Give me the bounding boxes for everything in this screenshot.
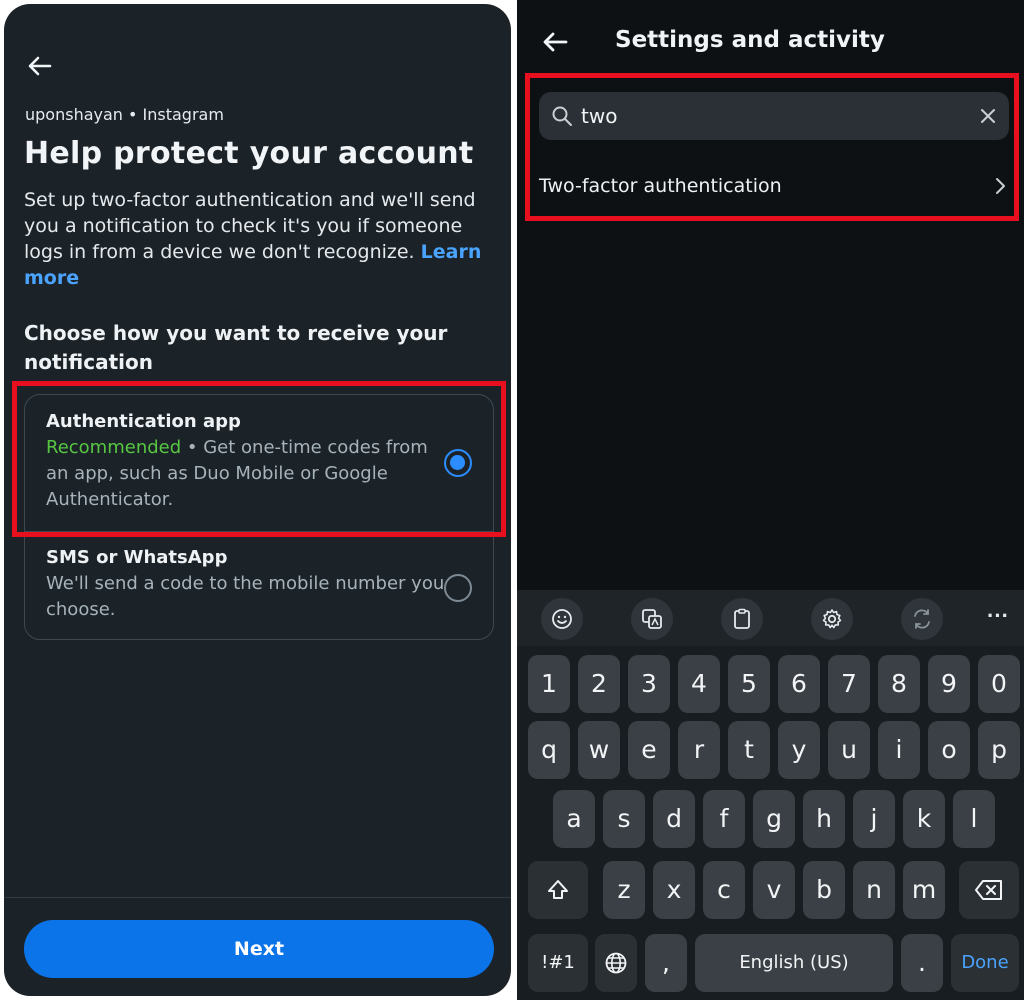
- globe-icon: [605, 952, 627, 974]
- option-subtitle: Recommended • Get one-time codes from an…: [46, 435, 446, 513]
- chevron-right-icon: [996, 178, 1005, 194]
- key[interactable]: 0: [978, 655, 1020, 713]
- key[interactable]: y: [778, 721, 820, 779]
- search-result-item[interactable]: Two-factor authentication: [539, 166, 1009, 206]
- backspace-icon: [975, 880, 1002, 900]
- divider: [4, 897, 511, 898]
- key[interactable]: x: [653, 861, 695, 919]
- option-title: SMS or WhatsApp: [46, 547, 228, 568]
- more-icon[interactable]: ···: [983, 604, 1013, 634]
- recommended-label: Recommended: [46, 437, 182, 458]
- shift-key[interactable]: [528, 861, 588, 919]
- backspace-key[interactable]: [959, 861, 1019, 919]
- key[interactable]: e: [628, 721, 670, 779]
- key[interactable]: j: [853, 790, 895, 848]
- settings-button[interactable]: [811, 598, 853, 640]
- clipboard-button[interactable]: [721, 598, 763, 640]
- choose-heading: Choose how you want to receive your noti…: [24, 321, 448, 374]
- close-icon[interactable]: [977, 105, 999, 127]
- key[interactable]: 3: [628, 655, 670, 713]
- done-key[interactable]: Done: [951, 934, 1019, 992]
- radio-unselected-icon[interactable]: [444, 574, 472, 602]
- divider: [25, 531, 493, 532]
- key[interactable]: m: [903, 861, 945, 919]
- key[interactable]: c: [703, 861, 745, 919]
- search-input[interactable]: [581, 92, 961, 140]
- back-arrow-icon[interactable]: [24, 50, 56, 82]
- space-key[interactable]: English (US): [695, 934, 893, 992]
- key[interactable]: 2: [578, 655, 620, 713]
- key[interactable]: 6: [778, 655, 820, 713]
- keyboard-toolbar: ···: [517, 590, 1024, 646]
- key[interactable]: 4: [678, 655, 720, 713]
- key[interactable]: r: [678, 721, 720, 779]
- search-result-label: Two-factor authentication: [539, 175, 782, 197]
- key[interactable]: l: [953, 790, 995, 848]
- key[interactable]: 5: [728, 655, 770, 713]
- left-panel: uponshayan • Instagram Help protect your…: [4, 4, 511, 996]
- description-text: Set up two-factor authentication and we'…: [24, 189, 476, 263]
- option-sms-whatsapp[interactable]: SMS or WhatsApp We'll send a code to the…: [46, 545, 446, 623]
- key[interactable]: p: [978, 721, 1020, 779]
- key[interactable]: 1: [528, 655, 570, 713]
- emoji-icon: [552, 609, 572, 629]
- search-bar[interactable]: [539, 92, 1009, 140]
- account-label: uponshayan • Instagram: [25, 105, 224, 124]
- key[interactable]: t: [728, 721, 770, 779]
- clipboard-icon: [734, 608, 750, 629]
- comma-key[interactable]: ,: [645, 934, 687, 992]
- gear-icon: [822, 609, 842, 629]
- key[interactable]: z: [603, 861, 645, 919]
- description: Set up two-factor authentication and we'…: [24, 187, 494, 291]
- key[interactable]: h: [803, 790, 845, 848]
- emoji-button[interactable]: [541, 598, 583, 640]
- key[interactable]: b: [803, 861, 845, 919]
- key[interactable]: 8: [878, 655, 920, 713]
- key[interactable]: s: [603, 790, 645, 848]
- option-subtitle: We'll send a code to the mobile number y…: [46, 573, 445, 620]
- delivery-options: Authentication app Recommended • Get one…: [24, 394, 494, 640]
- key[interactable]: n: [853, 861, 895, 919]
- key[interactable]: q: [528, 721, 570, 779]
- period-key[interactable]: .: [901, 934, 943, 992]
- key[interactable]: i: [878, 721, 920, 779]
- key[interactable]: w: [578, 721, 620, 779]
- swap-icon: [914, 609, 930, 629]
- next-button[interactable]: Next: [24, 920, 494, 978]
- option-authentication-app[interactable]: Authentication app Recommended • Get one…: [46, 409, 446, 513]
- search-icon: [552, 106, 572, 126]
- key[interactable]: k: [903, 790, 945, 848]
- key[interactable]: v: [753, 861, 795, 919]
- option-title: Authentication app: [46, 411, 241, 432]
- language-key[interactable]: [595, 934, 637, 992]
- page-title: Help protect your account: [24, 136, 474, 171]
- key[interactable]: d: [653, 790, 695, 848]
- key[interactable]: u: [828, 721, 870, 779]
- key[interactable]: a: [553, 790, 595, 848]
- key[interactable]: g: [753, 790, 795, 848]
- key[interactable]: f: [703, 790, 745, 848]
- key[interactable]: o: [928, 721, 970, 779]
- key[interactable]: 7: [828, 655, 870, 713]
- radio-selected-icon[interactable]: [444, 449, 472, 477]
- shift-icon: [548, 880, 568, 899]
- on-screen-keyboard: ··· 1 2 3 4 5 6 7 8 9 0 q w e r t y u i …: [517, 590, 1024, 1000]
- swap-button[interactable]: [901, 598, 943, 640]
- symbols-key[interactable]: !#1: [528, 934, 588, 992]
- translate-icon: [642, 609, 662, 629]
- page-title: Settings and activity: [615, 27, 885, 53]
- translate-button[interactable]: [631, 598, 673, 640]
- right-panel: Settings and activity Two-factor authent…: [517, 0, 1024, 1000]
- back-arrow-icon[interactable]: [539, 26, 571, 58]
- key[interactable]: 9: [928, 655, 970, 713]
